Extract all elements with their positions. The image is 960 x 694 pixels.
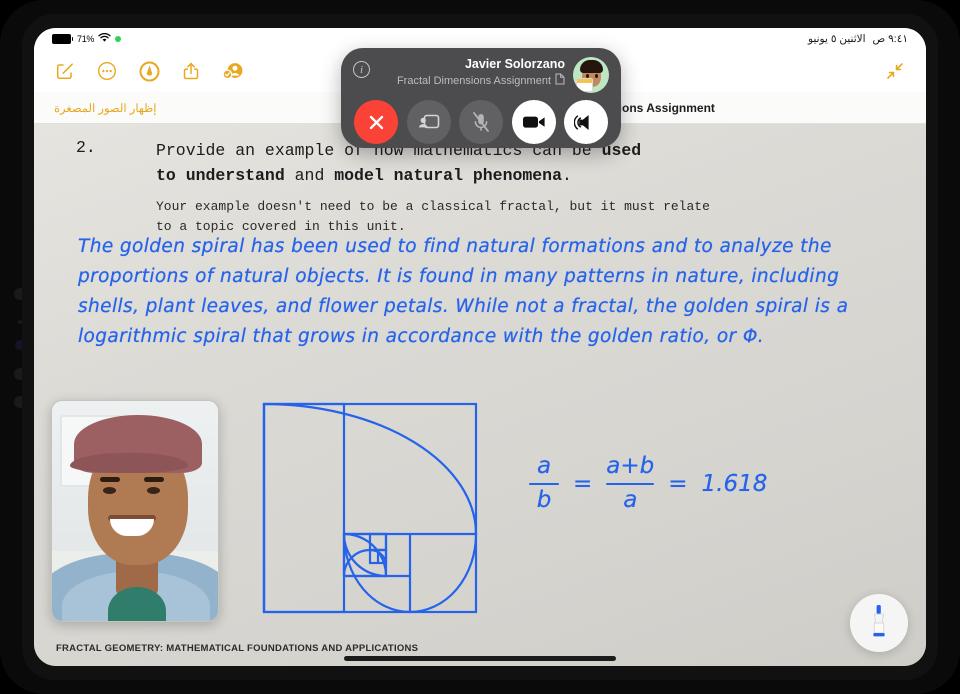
shared-document-row: Fractal Dimensions Assignment	[370, 73, 565, 89]
markup-pen-icon[interactable]	[138, 60, 160, 82]
microphone-muted-icon	[473, 112, 489, 132]
toolbar-icon-group	[54, 60, 244, 82]
facetime-meta: Javier Solorzano Fractal Dimensions Assi…	[370, 57, 573, 89]
fraction-numerator-1: a	[536, 453, 552, 479]
compose-icon[interactable]	[54, 60, 76, 82]
screen: 71% ٩:٤١ ص الاثنين ٥ يونيو إظهار الصور ا…	[34, 28, 926, 666]
question-line2-bold-a: to understand	[156, 166, 285, 186]
fraction-apb-over-a: a+b a	[606, 453, 655, 514]
end-call-button[interactable]	[354, 100, 398, 144]
status-bar-left: 71%	[52, 32, 122, 46]
pen-tool-button[interactable]	[850, 594, 908, 652]
share-screen-button[interactable]	[406, 100, 451, 144]
status-date: الاثنين ٥ يونيو	[808, 33, 866, 45]
question-line2-period: .	[562, 166, 572, 186]
handwritten-answer: The golden spiral has been used to find …	[78, 236, 849, 347]
green-recording-dot-icon	[115, 36, 122, 42]
facetime-overlay[interactable]: i Javier Solorzano Fractal Dimensions As…	[341, 48, 621, 148]
participant-name: Javier Solorzano	[464, 57, 565, 71]
battery-icon	[52, 34, 73, 44]
fraction-denominator-2: a	[623, 487, 638, 514]
close-icon	[369, 115, 383, 129]
battery-percent: 71%	[77, 34, 95, 44]
memoji-avatar	[573, 57, 609, 93]
facetime-controls	[353, 100, 609, 144]
home-indicator	[344, 656, 616, 661]
status-bar-right: ٩:٤١ ص الاثنين ٥ يونيو	[808, 33, 908, 45]
wifi-icon	[98, 32, 111, 46]
video-button[interactable]	[511, 100, 556, 144]
equals-sign-2: =	[668, 470, 688, 497]
collapse-view-icon[interactable]	[884, 60, 906, 82]
formula-result: 1.618	[701, 470, 768, 497]
ipad-device: 71% ٩:٤١ ص الاثنين ٥ يونيو إظهار الصور ا…	[0, 0, 960, 694]
speaker-button[interactable]	[564, 100, 608, 144]
shared-document-name: Fractal Dimensions Assignment	[396, 74, 551, 87]
question-block: 2. Provide an example of how mathematics…	[76, 138, 886, 237]
document-icon	[555, 73, 565, 89]
question-number: 2.	[76, 138, 96, 157]
golden-ratio-formula: a b = a+b a = 1.618	[529, 453, 768, 514]
self-view-video[interactable]	[51, 400, 219, 622]
show-thumbnails-button[interactable]: إظهار الصور المصغرة	[54, 101, 157, 115]
page-caption: FRACTAL GEOMETRY: MATHEMATICAL FOUNDATIO…	[56, 643, 419, 654]
status-time: ٩:٤١ ص	[872, 33, 908, 45]
equals-sign-1: =	[573, 470, 593, 497]
info-icon[interactable]: i	[353, 61, 370, 78]
share-icon[interactable]	[180, 60, 202, 82]
question-line2-plain: and	[284, 166, 335, 186]
question-subtext-line1: Your example doesn't need to be a classi…	[156, 199, 710, 215]
document-page: 2. Provide an example of how mathematics…	[34, 124, 926, 666]
fraction-numerator-2: a+b	[606, 453, 655, 479]
pen-icon	[873, 605, 885, 637]
more-options-icon[interactable]	[96, 60, 118, 82]
fraction-denominator-1: b	[536, 487, 552, 514]
facetime-header: i Javier Solorzano Fractal Dimensions As…	[353, 57, 609, 95]
collaboration-icon[interactable]	[222, 60, 244, 82]
question-line2-bold-b: model natural phenomena	[334, 166, 562, 186]
video-camera-icon	[522, 116, 545, 128]
mute-button[interactable]	[459, 100, 503, 144]
fraction-a-over-b: a b	[529, 453, 559, 514]
golden-spiral-diagram	[262, 402, 482, 619]
speaker-wave-icon	[574, 114, 589, 130]
screen-share-icon	[418, 114, 439, 129]
status-bar: 71% ٩:٤١ ص الاثنين ٥ يونيو	[34, 28, 926, 50]
